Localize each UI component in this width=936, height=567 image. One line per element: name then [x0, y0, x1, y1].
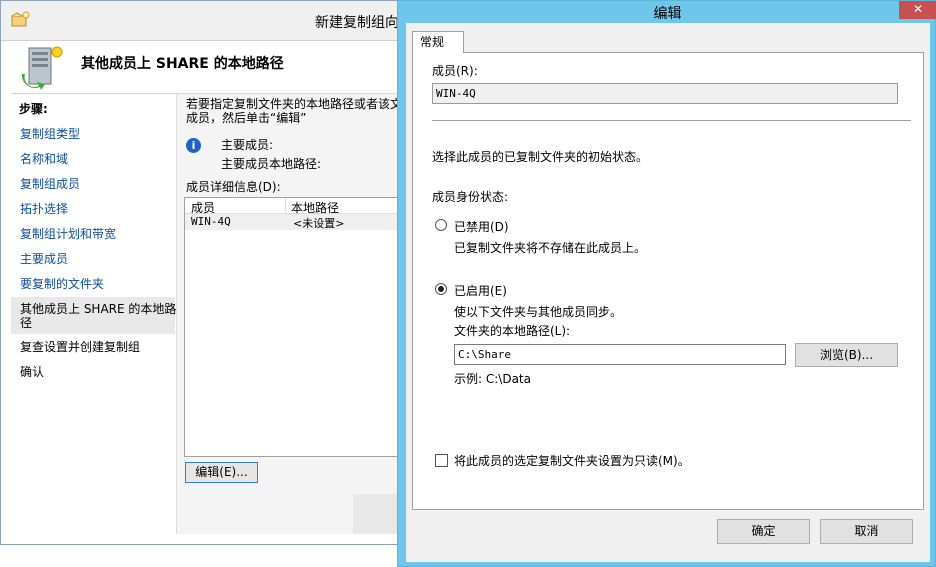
cancel-button[interactable]: 取消 — [820, 519, 913, 544]
instruction-text: 若要指定复制文件夹的本地路径或者该文 成员，然后单击“编辑” — [186, 97, 400, 125]
edit-dialog: 编辑 ✕ 常规 成员(R): WIN-4Q 选择此成员的已复制文件夹的初始状态。… — [397, 0, 936, 567]
dialog-title-bar[interactable]: 编辑 ✕ — [398, 1, 936, 23]
readonly-checkbox-label[interactable]: 将此成员的选定复制文件夹设置为只读(M)。 — [454, 452, 690, 469]
wizard-steps-pane: 步骤: 复制组类型 名称和域 复制组成员 拓扑选择 复制组计划和带宽 主要成员 … — [11, 94, 177, 534]
cell-member: WIN-4Q — [191, 215, 231, 228]
wizard-header: 其他成员上 SHARE 的本地路径 — [11, 41, 399, 93]
step-schedule-bandwidth[interactable]: 复制组计划和带宽 — [11, 227, 175, 241]
wizard-icon — [11, 11, 30, 27]
wizard-content: 若要指定复制文件夹的本地路径或者该文 成员，然后单击“编辑” i 主要成员: 主… — [177, 94, 400, 534]
tab-general[interactable]: 常规 — [412, 31, 464, 53]
enabled-radio-label[interactable]: 已启用(E) — [454, 282, 507, 299]
initial-state-text: 选择此成员的已复制文件夹的初始状态。 — [432, 150, 649, 164]
step-local-path-current[interactable]: 其他成员上 SHARE 的本地路 径 — [11, 297, 176, 334]
server-replication-icon — [21, 46, 63, 90]
dialog-body: 常规 成员(R): WIN-4Q 选择此成员的已复制文件夹的初始状态。 成员身份… — [406, 23, 930, 562]
cell-local-path: <未设置> — [293, 217, 345, 230]
grid-header: 成员 本地路径 — [185, 198, 399, 215]
close-icon: ✕ — [912, 2, 924, 16]
general-tab-panel: 成员(R): WIN-4Q 选择此成员的已复制文件夹的初始状态。 成员身份状态:… — [412, 52, 924, 510]
wizard-button-strip — [353, 494, 399, 534]
info-icon: i — [186, 138, 201, 153]
member-details-grid[interactable]: 成员 本地路径 WIN-4Q <未设置> — [184, 197, 399, 457]
wizard-title: 新建复制组向 — [315, 15, 399, 31]
step-review-create[interactable]: 复查设置并创建复制组 — [11, 340, 175, 354]
column-separator[interactable] — [285, 198, 286, 214]
step-primary-member[interactable]: 主要成员 — [11, 252, 175, 266]
step-folders-to-replicate[interactable]: 要复制的文件夹 — [11, 277, 175, 291]
enabled-description: 使以下文件夹与其他成员同步。 — [454, 305, 623, 319]
member-field[interactable]: WIN-4Q — [432, 83, 898, 104]
dialog-title: 编辑 — [653, 6, 682, 22]
enabled-radio[interactable] — [435, 283, 447, 295]
member-details-label: 成员详细信息(D): — [186, 180, 281, 194]
member-label: 成员(R): — [432, 64, 478, 78]
step-name-and-domain[interactable]: 名称和域 — [11, 152, 175, 166]
readonly-checkbox[interactable] — [435, 454, 448, 467]
browse-button[interactable]: 浏览(B)... — [795, 343, 898, 367]
step-confirmation[interactable]: 确认 — [11, 365, 175, 379]
disabled-radio-label[interactable]: 已禁用(D) — [454, 218, 509, 235]
table-row[interactable]: WIN-4Q <未设置> — [185, 214, 399, 230]
separator — [432, 120, 911, 121]
wizard-window: 新建复制组向 其他成员上 SHARE 的本地路径 步骤: 复制组类型 名称和域 … — [0, 0, 400, 545]
step-group-members[interactable]: 复制组成员 — [11, 177, 175, 191]
ok-button[interactable]: 确定 — [717, 519, 810, 544]
edit-button[interactable]: 编辑(E)... — [185, 462, 258, 483]
local-path-label: 文件夹的本地路径(L): — [454, 324, 571, 338]
disabled-radio[interactable] — [435, 219, 447, 231]
disabled-description: 已复制文件夹将不存储在此成员上。 — [454, 241, 647, 255]
local-path-input[interactable]: C:\Share — [454, 344, 786, 365]
primary-member-path-label: 主要成员本地路径: — [221, 157, 322, 171]
wizard-page-title: 其他成员上 SHARE 的本地路径 — [81, 56, 284, 72]
step-replication-group-type[interactable]: 复制组类型 — [11, 127, 175, 141]
wizard-title-bar[interactable]: 新建复制组向 — [1, 1, 399, 41]
membership-status-label: 成员身份状态: — [432, 190, 509, 204]
close-button[interactable]: ✕ — [899, 1, 936, 19]
steps-heading: 步骤: — [19, 102, 48, 116]
path-example-text: 示例: C:\Data — [454, 372, 531, 386]
primary-member-label: 主要成员: — [221, 138, 274, 152]
step-topology[interactable]: 拓扑选择 — [11, 202, 175, 216]
